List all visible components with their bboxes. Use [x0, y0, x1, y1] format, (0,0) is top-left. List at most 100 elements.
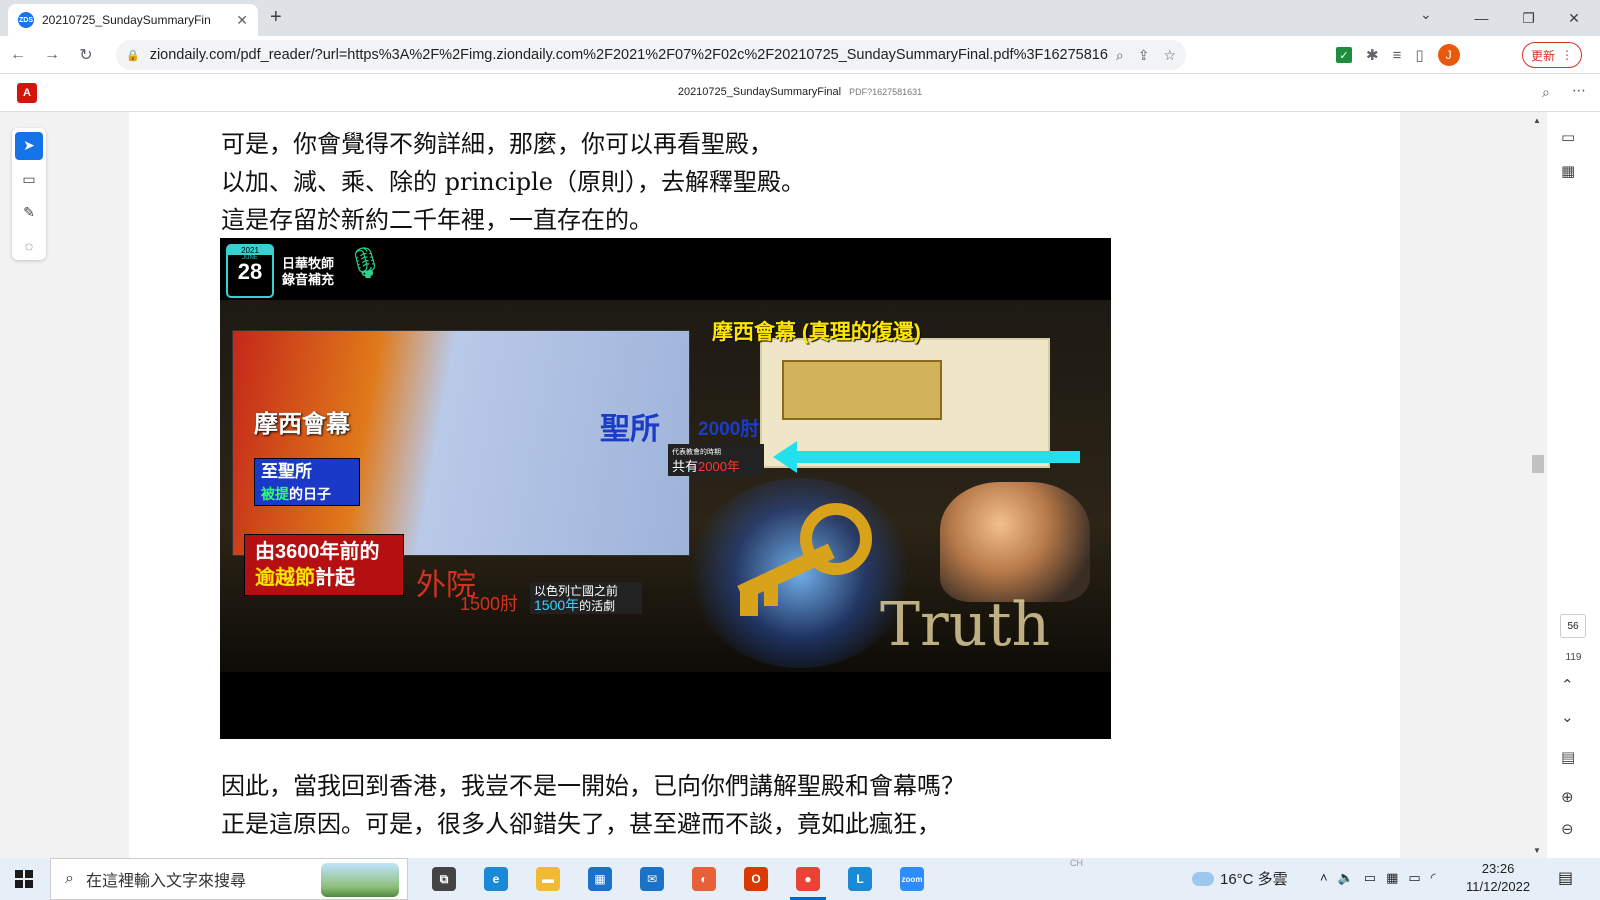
zoom-out-icon[interactable]: ⊖ — [1561, 820, 1574, 838]
draw-pen-icon[interactable]: ✎ — [15, 199, 43, 227]
scroll-thumb[interactable] — [1532, 455, 1544, 473]
browser-tab[interactable]: ZDS 20210725_SundaySummaryFin ✕ — [8, 4, 258, 36]
forward-icon[interactable]: → — [36, 39, 68, 71]
add-comment-icon[interactable]: ▭ — [15, 166, 43, 194]
network-icon[interactable]: ▦ — [1386, 870, 1398, 886]
weather-widget[interactable]: 16°C 多雲 — [1192, 868, 1288, 889]
next-page-icon[interactable]: ⌄ — [1561, 708, 1574, 726]
pdf-search-icon[interactable]: ⌕ — [1542, 84, 1550, 101]
taskbar-app-task-view[interactable]: ⧉ — [418, 858, 470, 900]
taskbar-app-file-explorer[interactable]: ▬ — [522, 858, 574, 900]
tab-strip: ZDS 20210725_SundaySummaryFin ✕ + ⌄ — ❐ … — [0, 0, 1600, 36]
extension-area: ✓ ✱ ≡ ▯ J — [1336, 44, 1460, 66]
page-scrollbar[interactable]: ▲ ▼ — [1529, 112, 1545, 858]
previous-page-icon[interactable]: ⌃ — [1561, 676, 1574, 694]
window-controls: — ❐ — [1458, 4, 1552, 32]
taskbar-app-mail[interactable]: ✉ — [626, 858, 678, 900]
reading-list-icon[interactable]: ≡ — [1393, 47, 1402, 64]
tabernacle-slide-image: 2021 JUNE 28 日華牧師 錄音補充 🎙 摩西會幕 (真理的復還) 摩西… — [220, 238, 1111, 739]
reload-icon[interactable]: ↻ — [70, 39, 102, 71]
pdf-title-area: 20210725_SundaySummaryFinal PDF?162758163… — [0, 86, 1600, 98]
taskbar-app-store[interactable]: ▦ — [574, 858, 626, 900]
search-placeholder: 在這裡輸入文字來搜尋 — [85, 873, 246, 890]
chevron-up-icon[interactable]: ˄ — [1320, 870, 1328, 886]
taskbar-clock[interactable]: 23:26 11/12/2022 — [1466, 860, 1530, 896]
pinned-apps: ⧉ e ▬ ▦ ✉ ◐ O ● Lzoom — [418, 858, 938, 900]
file-explorer-icon: ▬ — [536, 867, 560, 891]
select-pointer-icon[interactable]: ➤ — [15, 132, 43, 160]
tabernacle-floorplan-diagram — [760, 338, 1050, 468]
tab-title: 20210725_SundaySummaryFin — [42, 13, 211, 27]
tab-close-icon[interactable]: ✕ — [236, 12, 248, 29]
bookmark-star-icon[interactable]: ☆ — [1163, 47, 1176, 64]
taskbar-app-edge[interactable]: e — [470, 858, 522, 900]
zoom-in-icon[interactable]: ⊕ — [1561, 788, 1574, 806]
slide-title-right: 摩西會幕 (真理的復還) — [712, 321, 921, 344]
url-text[interactable]: ziondaily.com/pdf_reader/?url=https%3A%2… — [150, 47, 1108, 63]
browser-toolbar: ← → ↻ 🔒 ziondaily.com/pdf_reader/?url=ht… — [0, 36, 1600, 74]
wifi-icon[interactable]: ◜ — [1431, 870, 1436, 886]
calendar-icon: 2021 JUNE 28 — [226, 244, 274, 298]
battery-icon[interactable]: ▭ — [1408, 870, 1420, 886]
date-day: 28 — [237, 259, 263, 284]
update-button[interactable]: 更新 ⋮ — [1522, 42, 1583, 68]
taskbar-app-l-app[interactable]: L — [834, 858, 886, 900]
address-bar[interactable]: 🔒 ziondaily.com/pdf_reader/?url=https%3A… — [116, 40, 1186, 70]
side-panel-icon[interactable]: ▯ — [1415, 46, 1423, 64]
pdf-more-icon[interactable]: ⋯ — [1572, 82, 1586, 99]
recording-badge: 日華牧師 錄音補充 — [282, 256, 334, 288]
maximize-button[interactable]: ❐ — [1505, 4, 1552, 32]
tab-search-icon[interactable]: ⌄ — [1420, 6, 1432, 23]
minimize-button[interactable]: — — [1458, 4, 1505, 32]
store-icon: ▦ — [588, 867, 612, 891]
share-icon[interactable]: ⇪ — [1138, 47, 1150, 64]
taskbar-app-chrome[interactable]: ● — [782, 858, 834, 900]
badge-line: 錄音補充 — [282, 272, 335, 287]
israel-years: 1500年 — [534, 597, 580, 613]
notification-icon[interactable]: ▤ — [1558, 868, 1573, 888]
profile-avatar[interactable]: J — [1437, 44, 1460, 66]
close-window-button[interactable]: ✕ — [1552, 4, 1596, 32]
scroll-down-icon[interactable]: ▼ — [1533, 846, 1541, 855]
paragraph-line: 正是這原因。可是，很多人卻錯失了，甚至避而不談，竟如此瘋狂， — [221, 810, 941, 838]
taskbar-app-photos-app[interactable]: ◐ — [678, 858, 730, 900]
taskbar-app-zoom[interactable]: zoom — [886, 858, 938, 900]
clock-date: 11/12/2022 — [1466, 879, 1531, 894]
taskbar-app-office[interactable]: O — [730, 858, 782, 900]
taskbar-search[interactable]: ⌕ 在這裡輸入文字來搜尋 — [50, 858, 408, 900]
golden-key-icon — [737, 503, 872, 616]
check-extension-icon[interactable]: ✓ — [1336, 47, 1352, 63]
cyan-arrow-icon — [773, 441, 1080, 473]
zoom-icon[interactable]: ⌕ — [1116, 47, 1124, 64]
page-settings-icon[interactable]: ▤ — [1561, 748, 1575, 766]
tray-icons: ˄ 🔈 ▭ ▦ ▭ ◜ — [1320, 870, 1436, 886]
israel-text: 以色列亡國之前 — [534, 584, 619, 598]
puzzle-extensions-icon[interactable]: ✱ — [1366, 46, 1379, 64]
lock-icon[interactable]: 🔒 — [126, 49, 140, 62]
passover-highlight: 逾越節 — [255, 567, 315, 589]
scroll-up-icon[interactable]: ▲ — [1533, 116, 1541, 125]
date-year: 2021 — [228, 246, 272, 255]
comments-icon[interactable]: ▭ — [1561, 128, 1575, 146]
start-button[interactable] — [0, 858, 48, 900]
tabernacle-label: 摩西會幕 — [254, 411, 350, 438]
chrome-icon: ● — [796, 867, 820, 891]
close-window-group: ✕ — [1552, 4, 1596, 32]
office-icon: O — [744, 867, 768, 891]
search-icon: ⌕ — [65, 870, 74, 887]
zoom-icon: zoom — [900, 867, 924, 891]
meet-now-icon[interactable]: ▭ — [1364, 870, 1376, 886]
lasso-icon[interactable]: ◌ — [15, 233, 43, 261]
raptured-text: 被提 — [261, 486, 289, 502]
church-period-text: 代表教會的時期 — [672, 449, 721, 456]
task-view-icon: ⧉ — [432, 867, 456, 891]
volume-icon[interactable]: 🔈 — [1338, 870, 1354, 886]
windows-taskbar: ⌕ 在這裡輸入文字來搜尋 ⧉ e ▬ ▦ ✉ ◐ O ● Lzoom 16°C 多雲 ˄ 🔈 ▭… — [0, 858, 1600, 900]
total-text: 共有 — [672, 459, 699, 474]
new-tab-button[interactable]: + — [270, 6, 282, 29]
page-number-input[interactable]: 56 — [1560, 614, 1586, 638]
back-icon[interactable]: ← — [2, 39, 34, 71]
thumbnails-icon[interactable]: ▦ — [1561, 162, 1575, 180]
outer-court-cubits: 1500肘 — [460, 594, 519, 614]
clock-time: 23:26 — [1481, 861, 1515, 876]
